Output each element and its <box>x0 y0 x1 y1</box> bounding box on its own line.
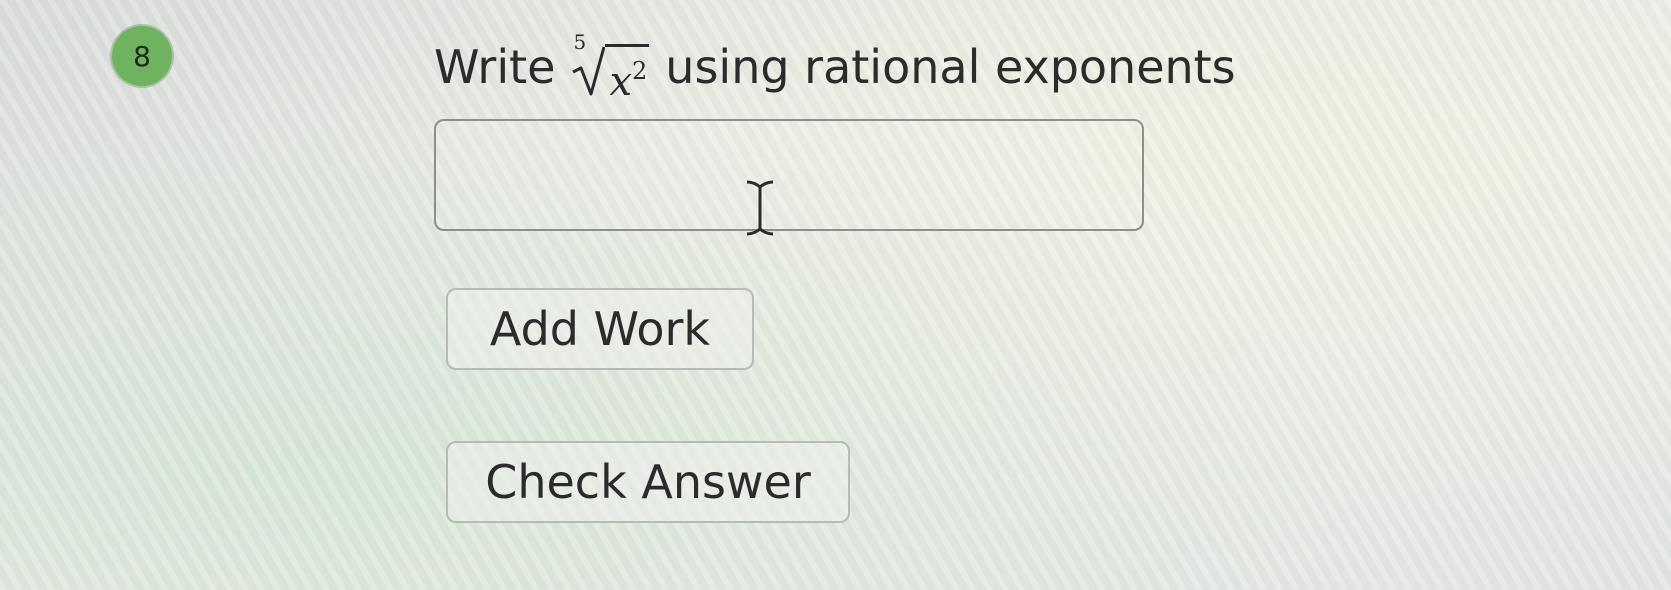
radicand: x2 <box>605 44 650 105</box>
check-answer-button[interactable]: Check Answer <box>446 441 850 523</box>
radical-index: 5 <box>573 30 587 54</box>
fifth-root-expression: 5 x2 <box>571 30 650 104</box>
question-number: 8 <box>133 39 151 73</box>
prompt-suffix: using rational exponents <box>665 40 1236 94</box>
prompt-prefix: Write <box>434 40 556 94</box>
question-number-badge: 8 <box>112 26 172 86</box>
radicand-exponent: 2 <box>632 57 648 85</box>
radicand-base: x <box>609 59 633 105</box>
text-cursor-icon <box>746 180 774 236</box>
add-work-button[interactable]: Add Work <box>446 288 754 370</box>
question-prompt: Write 5 x2 using rational exponents <box>434 30 1236 104</box>
answer-input[interactable] <box>434 119 1144 231</box>
